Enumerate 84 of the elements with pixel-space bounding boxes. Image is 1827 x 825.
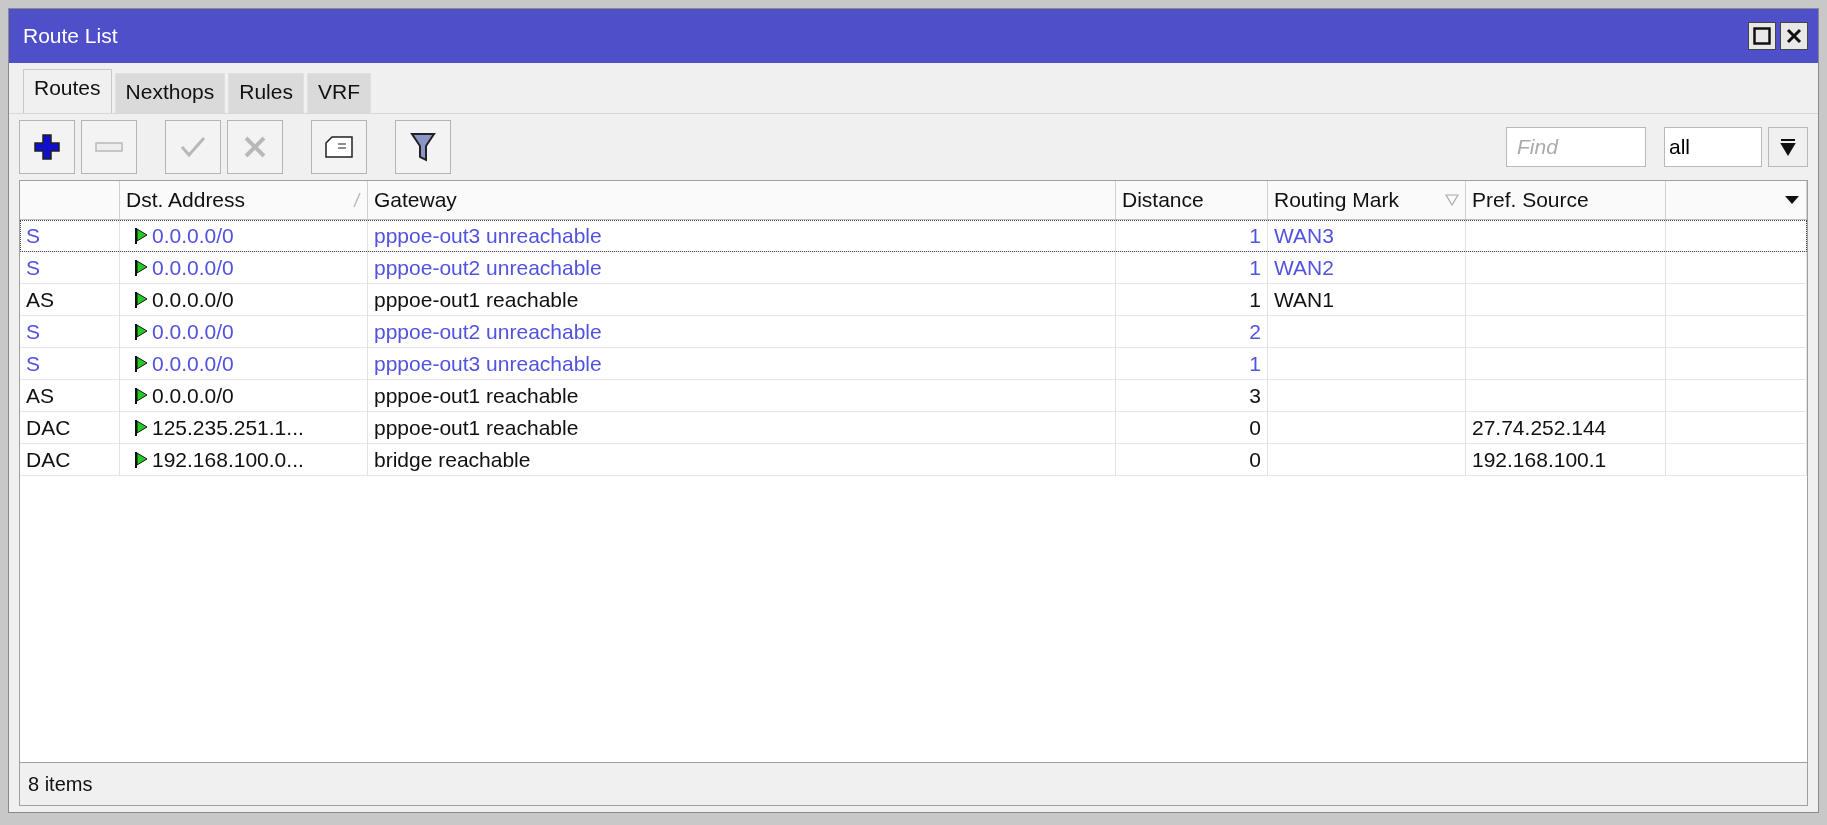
filter-select[interactable]: all	[1664, 127, 1762, 167]
table-cell: 1	[1116, 284, 1268, 316]
table-cell: 1	[1116, 220, 1268, 252]
arrow-down-to-line-icon	[1780, 138, 1796, 156]
table-cell: pppoe-out3 unreachable	[368, 348, 1116, 380]
table-cell: WAN3	[1268, 220, 1466, 252]
column-header[interactable]: Dst. Address	[120, 181, 368, 219]
table-row[interactable]: DAC 192.168.100.0... bridge reachable 0 192.168.100.1	[20, 444, 1807, 476]
add-button[interactable]	[19, 120, 75, 174]
column-header[interactable]: Gateway	[368, 181, 1116, 219]
table-row[interactable]: S 0.0.0.0/0 pppoe-out3 unreachable 1 WAN3	[20, 220, 1807, 252]
flag-icon	[134, 386, 148, 405]
comment-button[interactable]	[311, 120, 367, 174]
table-cell: 3	[1116, 380, 1268, 412]
table-cell: S	[20, 252, 120, 284]
column-header[interactable]: Distance	[1116, 181, 1268, 219]
table-cell: 125.235.251.1...	[120, 412, 368, 444]
table-cell: S	[20, 316, 120, 348]
flag-icon	[134, 418, 148, 437]
table-row[interactable]: S 0.0.0.0/0 pppoe-out2 unreachable 2	[20, 316, 1807, 348]
table-row[interactable]: AS 0.0.0.0/0 pppoe-out1 reachable 3	[20, 380, 1807, 412]
tab[interactable]: Nexthops	[114, 73, 226, 113]
caret-icon	[1784, 195, 1800, 205]
table-cell: 0.0.0.0/0	[120, 316, 368, 348]
filter-mark-icon	[1445, 194, 1459, 206]
table-cell: WAN1	[1268, 284, 1466, 316]
flag-icon	[134, 322, 148, 341]
minus-icon	[95, 141, 123, 153]
table-cell: pppoe-out1 reachable	[368, 412, 1116, 444]
maximize-icon	[1753, 27, 1771, 45]
find-field[interactable]: Find	[1506, 127, 1646, 167]
column-header[interactable]: Pref. Source	[1466, 181, 1666, 219]
table-cell: 192.168.100.1	[1466, 444, 1666, 476]
table-cell: 2	[1116, 316, 1268, 348]
table-cell: AS	[20, 380, 120, 412]
table-cell: WAN2	[1268, 252, 1466, 284]
filter-button[interactable]	[395, 120, 451, 174]
table-cell: 1	[1116, 348, 1268, 380]
flag-icon	[134, 226, 148, 245]
table-cell: S	[20, 348, 120, 380]
cross-icon	[243, 135, 267, 159]
table-cell: bridge reachable	[368, 444, 1116, 476]
dropdown-button[interactable]	[1768, 127, 1808, 167]
table-cell: 0	[1116, 412, 1268, 444]
table-cell: DAC	[20, 412, 120, 444]
tab[interactable]: VRF	[306, 73, 371, 113]
table-cell: 1	[1116, 252, 1268, 284]
table-row[interactable]: S 0.0.0.0/0 pppoe-out2 unreachable 1 WAN2	[20, 252, 1807, 284]
check-icon	[180, 135, 206, 159]
table-cell: pppoe-out2 unreachable	[368, 252, 1116, 284]
table-cell: pppoe-out1 reachable	[368, 380, 1116, 412]
flag-icon	[134, 354, 148, 373]
column-header[interactable]: Routing Mark	[1268, 181, 1466, 219]
table-cell: 0.0.0.0/0	[120, 252, 368, 284]
close-button[interactable]	[1780, 22, 1808, 50]
table-cell: 0	[1116, 444, 1268, 476]
table-cell: 0.0.0.0/0	[120, 284, 368, 316]
table-cell: pppoe-out3 unreachable	[368, 220, 1116, 252]
maximize-button[interactable]	[1748, 22, 1776, 50]
table-cell: 27.74.252.144	[1466, 412, 1666, 444]
sort-icon	[353, 192, 361, 208]
tab[interactable]: Rules	[228, 73, 304, 113]
table-row[interactable]: DAC 125.235.251.1... pppoe-out1 reachable 0 27.74.252.144	[20, 412, 1807, 444]
note-icon	[324, 135, 354, 159]
filter-icon	[410, 132, 436, 162]
flag-icon	[134, 290, 148, 309]
table-cell: AS	[20, 284, 120, 316]
table-cell: DAC	[20, 444, 120, 476]
plus-icon	[33, 133, 61, 161]
table-row[interactable]: S 0.0.0.0/0 pppoe-out3 unreachable 1	[20, 348, 1807, 380]
window-title: Route List	[23, 24, 118, 48]
table-cell: pppoe-out1 reachable	[368, 284, 1116, 316]
table-cell: 0.0.0.0/0	[120, 380, 368, 412]
tab[interactable]: Routes	[23, 69, 112, 113]
close-icon	[1786, 28, 1802, 44]
flag-icon	[134, 450, 148, 469]
item-count: 8 items	[28, 772, 93, 796]
table-row[interactable]: AS 0.0.0.0/0 pppoe-out1 reachable 1 WAN1	[20, 284, 1807, 316]
table-cell: 0.0.0.0/0	[120, 348, 368, 380]
table-cell: S	[20, 220, 120, 252]
table-cell: 0.0.0.0/0	[120, 220, 368, 252]
table-cell: 192.168.100.0...	[120, 444, 368, 476]
flag-icon	[134, 258, 148, 277]
table-cell: pppoe-out2 unreachable	[368, 316, 1116, 348]
